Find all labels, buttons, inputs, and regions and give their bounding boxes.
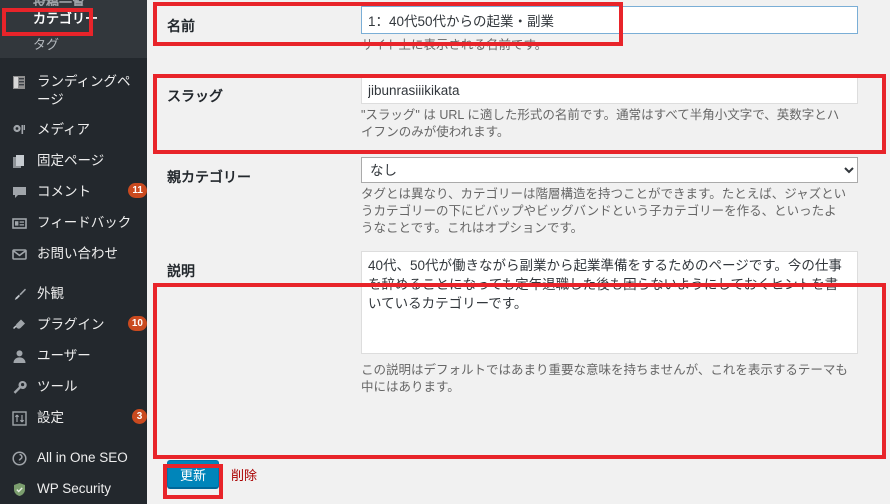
- sidebar-separator: [0, 58, 147, 67]
- sidebar-item-tools[interactable]: ツール: [0, 372, 147, 403]
- appearance-brush-icon: [9, 285, 29, 303]
- plugins-update-badge: 10: [127, 316, 147, 331]
- name-label: 名前: [167, 18, 195, 34]
- comment-icon: [9, 183, 29, 201]
- parent-help-text: タグとは異なり、カテゴリーは階層構造を持つことができます。たとえば、ジャズという…: [361, 187, 847, 235]
- settings-sliders-icon: [9, 409, 29, 427]
- sidebar-item-label: ランディングページ: [37, 74, 131, 107]
- category-slug-input[interactable]: [361, 76, 858, 104]
- update-button[interactable]: 更新: [167, 460, 220, 488]
- sidebar-item-comments[interactable]: コメント 11: [0, 177, 147, 208]
- sidebar-item-landing-pages[interactable]: ランディングページ: [0, 67, 147, 115]
- sidebar-separator-2: [0, 270, 147, 279]
- aioseo-gear-icon: [9, 449, 29, 467]
- description-label: 説明: [167, 263, 195, 279]
- delete-link[interactable]: 削除: [231, 465, 257, 484]
- sidebar-item-label: プラグイン: [37, 317, 105, 332]
- pages-icon: [9, 152, 29, 170]
- plugin-plug-icon: [9, 316, 29, 334]
- posts-submenu: 投稿一覧 カテゴリー タグ: [0, 0, 147, 58]
- admin-sidebar: 投稿一覧 カテゴリー タグ ランディングページ メディア: [0, 0, 147, 504]
- slug-field-wrap: "スラッグ" は URL に適した形式の名前です。通常はすべて半角小文字で、英数…: [361, 76, 890, 141]
- sidebar-item-media[interactable]: メディア: [0, 115, 147, 146]
- book-icon: [9, 73, 29, 91]
- field-row-name: 名前 サイト上に表示される名前です。: [153, 6, 890, 54]
- sidebar-item-label: WP Security: [37, 481, 112, 496]
- sidebar-subitem-label: タグ: [33, 37, 60, 52]
- shield-icon: [9, 480, 29, 498]
- field-row-description: 説明 この説明はデフォルトではあまり重要な意味を持ちませんが、これを表示するテー…: [153, 251, 890, 396]
- sidebar-item-plugins[interactable]: プラグイン 10: [0, 310, 147, 341]
- sidebar-item-wp-security[interactable]: WP Security: [0, 474, 147, 504]
- category-name-input[interactable]: [361, 6, 858, 34]
- sidebar-separator-3: [0, 434, 147, 443]
- category-edit-form: 名前 サイト上に表示される名前です。 スラッグ "スラッグ" は URL に適し…: [147, 0, 890, 504]
- sidebar-item-label: 設定: [37, 410, 64, 425]
- name-field-wrap: サイト上に表示される名前です。: [361, 6, 890, 54]
- sidebar-item-appearance[interactable]: 外観: [0, 279, 147, 310]
- sidebar-subitem-categories[interactable]: カテゴリー: [0, 6, 147, 32]
- sidebar-item-label: お問い合わせ: [37, 246, 118, 261]
- media-icon: [9, 121, 29, 139]
- sidebar-item-label: 外観: [37, 286, 64, 301]
- name-help-text: サイト上に表示される名前です。: [361, 38, 548, 52]
- feedback-icon: [9, 214, 29, 232]
- sidebar-item-label: ツール: [37, 379, 78, 394]
- slug-help-text: "スラッグ" は URL に適した形式の名前です。通常はすべて半角小文字で、英数…: [361, 108, 840, 139]
- comments-count-badge: 11: [128, 183, 147, 198]
- sidebar-item-all-in-one-seo[interactable]: All in One SEO: [0, 443, 147, 474]
- sidebar-item-pages[interactable]: 固定ページ: [0, 146, 147, 177]
- sidebar-item-label: All in One SEO: [37, 450, 128, 465]
- field-row-slug: スラッグ "スラッグ" は URL に適した形式の名前です。通常はすべて半角小文…: [153, 76, 890, 141]
- description-field-wrap: この説明はデフォルトではあまり重要な意味を持ちませんが、これを表示するテーマも中…: [361, 251, 890, 396]
- wrench-icon: [9, 378, 29, 396]
- sidebar-item-label: フィードバック: [37, 215, 132, 230]
- sidebar-item-label: メディア: [37, 122, 91, 137]
- user-icon: [9, 347, 29, 365]
- sidebar-item-label: ユーザー: [37, 348, 91, 363]
- sidebar-item-contact[interactable]: お問い合わせ: [0, 239, 147, 270]
- sidebar-item-settings[interactable]: 設定 3: [0, 403, 147, 434]
- description-help-text: この説明はデフォルトではあまり重要な意味を持ちませんが、これを表示するテーマも中…: [361, 363, 848, 394]
- form-actions: 更新 削除: [153, 460, 257, 488]
- category-description-textarea[interactable]: [361, 251, 858, 354]
- wordpress-admin-category-edit-screen: 投稿一覧 カテゴリー タグ ランディングページ メディア: [0, 0, 890, 504]
- sidebar-subitem-label: カテゴリー: [33, 11, 99, 26]
- field-row-parent: 親カテゴリー なし タグとは異なり、カテゴリーは階層構造を持つことができます。た…: [153, 157, 890, 237]
- sidebar-item-feedback[interactable]: フィードバック: [0, 208, 147, 239]
- sidebar-item-label: コメント: [37, 184, 91, 199]
- mail-icon: [9, 245, 29, 263]
- parent-field-wrap: なし タグとは異なり、カテゴリーは階層構造を持つことができます。たとえば、ジャズ…: [361, 157, 890, 237]
- sidebar-item-users[interactable]: ユーザー: [0, 341, 147, 372]
- slug-label: スラッグ: [167, 88, 223, 104]
- settings-count-badge: 3: [132, 409, 147, 424]
- sidebar-subitem-tags[interactable]: タグ: [0, 32, 147, 58]
- parent-category-select[interactable]: なし: [361, 157, 858, 183]
- parent-label: 親カテゴリー: [167, 169, 251, 185]
- sidebar-item-label: 固定ページ: [37, 153, 105, 168]
